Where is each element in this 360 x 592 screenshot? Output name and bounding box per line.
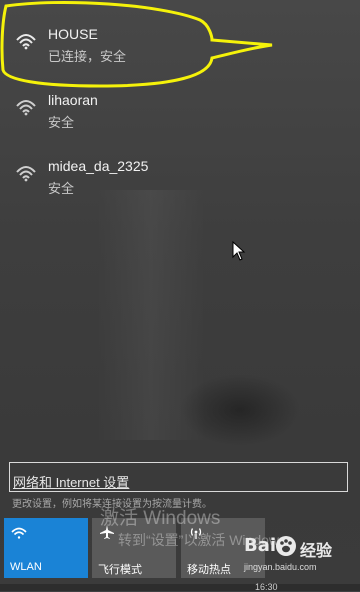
taskbar xyxy=(0,584,360,591)
baidu-paw-icon xyxy=(276,536,296,556)
network-name: midea_da_2325 xyxy=(48,158,149,174)
baidu-url: jingyan.baidu.com xyxy=(244,562,317,572)
tile-label: 移动热点 xyxy=(187,564,231,576)
wifi-icon xyxy=(11,527,27,539)
network-item-house[interactable]: HOUSE 已连接，安全 xyxy=(0,16,360,82)
wifi-signal-icon xyxy=(16,100,36,116)
network-settings-box[interactable]: 网络和 Internet 设置 xyxy=(9,462,348,492)
tile-label: WLAN xyxy=(10,561,42,573)
wifi-network-list: HOUSE 已连接，安全 lihaoran 安全 midea_da_2325 安… xyxy=(0,16,360,214)
network-item-lihaoran[interactable]: lihaoran 安全 xyxy=(0,82,360,148)
wifi-signal-icon xyxy=(16,34,36,50)
tile-label: 飞行模式 xyxy=(98,564,142,576)
baidu-logo-text: Bai xyxy=(244,535,277,556)
network-status: 安全 xyxy=(48,181,75,196)
network-settings-link[interactable]: 网络和 Internet 设置 xyxy=(13,472,129,491)
network-name: HOUSE xyxy=(48,26,98,42)
activation-watermark-title: 激活 Windows xyxy=(100,508,221,529)
network-item-midea[interactable]: midea_da_2325 安全 xyxy=(0,148,360,214)
network-name: lihaoran xyxy=(48,92,98,108)
network-status: 已连接，安全 xyxy=(48,49,127,64)
baidu-jingyan-text: 经验 xyxy=(300,543,333,560)
network-status: 安全 xyxy=(48,115,75,130)
mouse-cursor-icon xyxy=(232,241,246,261)
wifi-signal-icon xyxy=(16,166,36,182)
quick-action-wlan[interactable]: WLAN xyxy=(4,518,88,578)
background-stripe xyxy=(96,190,206,440)
